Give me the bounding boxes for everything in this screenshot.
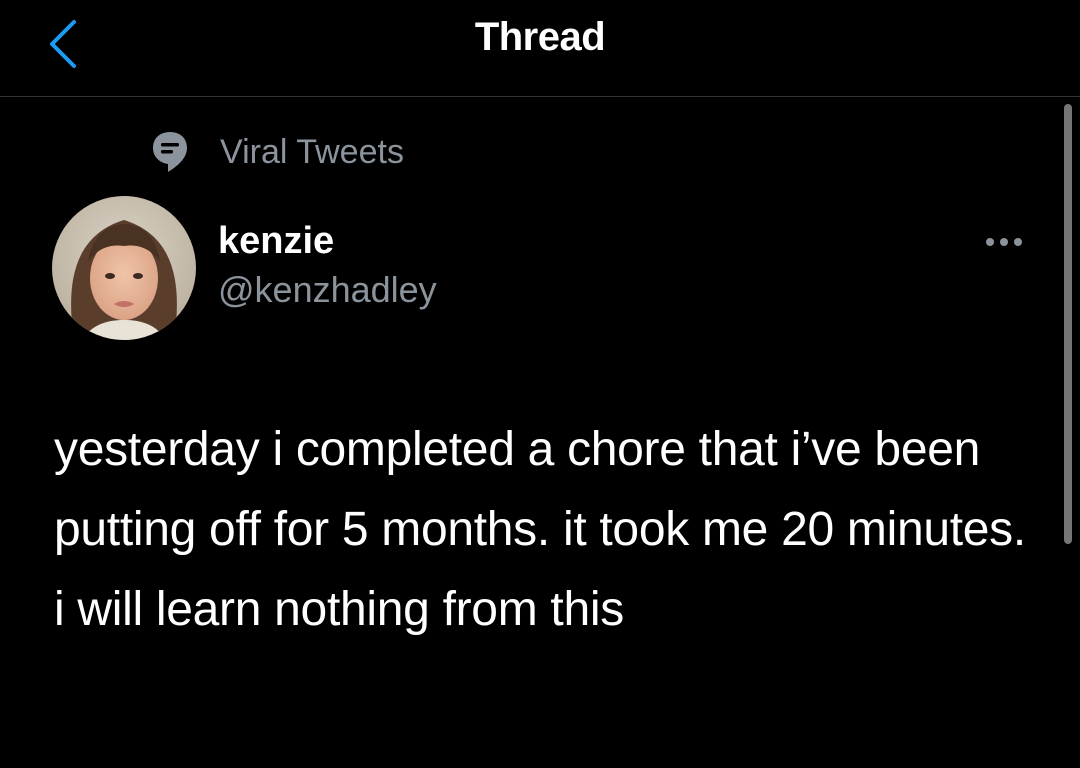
display-name: kenzie: [218, 220, 335, 262]
user-handle: @kenzhadley: [218, 269, 437, 310]
tweet-author[interactable]: kenzie @kenzhadley: [218, 218, 437, 316]
topic-link[interactable]: Viral Tweets: [150, 126, 404, 178]
header-bar: Thread: [0, 0, 1080, 97]
more-options-button[interactable]: [982, 230, 1026, 254]
topic-label: Viral Tweets: [220, 132, 404, 171]
more-options-icon: [986, 238, 1022, 246]
avatar[interactable]: [52, 196, 196, 340]
speech-bubble-icon: [153, 132, 187, 172]
page-title: Thread: [474, 15, 606, 59]
avatar-photo: [52, 196, 196, 340]
scrollbar[interactable]: [1064, 104, 1072, 544]
tweet-text: yesterday i completed a chore that i’ve …: [54, 423, 1026, 636]
